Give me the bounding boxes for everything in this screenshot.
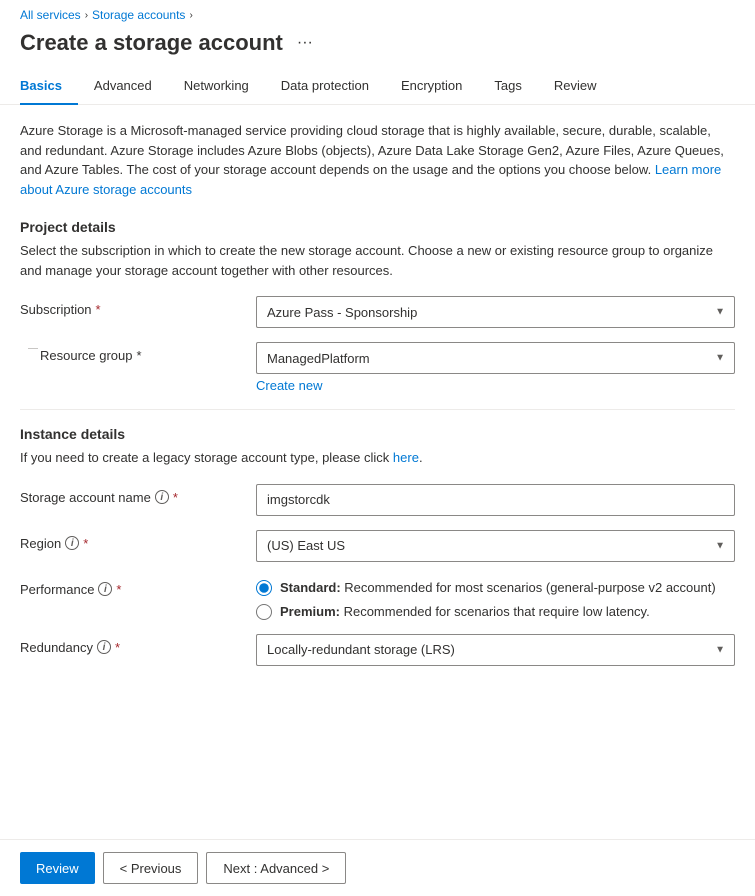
storage-account-name-row: Storage account name i * [20, 484, 735, 516]
performance-row: Performance i * Standard: Recommended fo… [20, 576, 735, 620]
subscription-select-wrapper: Azure Pass - Sponsorship ▼ [256, 296, 735, 328]
review-button[interactable]: Review [20, 852, 95, 884]
footer: Review < Previous Next : Advanced > [0, 839, 755, 896]
page-header: Create a storage account ··· [0, 26, 755, 68]
performance-control: Standard: Recommended for most scenarios… [256, 576, 735, 620]
storage-account-name-required: * [173, 490, 178, 505]
region-info-icon[interactable]: i [65, 536, 79, 550]
performance-required: * [116, 582, 121, 597]
subscription-control: Azure Pass - Sponsorship ▼ [256, 296, 735, 328]
performance-standard-option[interactable]: Standard: Recommended for most scenarios… [256, 580, 735, 596]
tab-data-protection[interactable]: Data protection [265, 68, 385, 105]
breadcrumb-all-services[interactable]: All services [20, 8, 81, 22]
previous-button[interactable]: < Previous [103, 852, 199, 884]
resource-group-select-wrapper: ManagedPlatform ▼ [256, 342, 735, 374]
performance-info-icon[interactable]: i [98, 582, 112, 596]
tab-basics[interactable]: Basics [20, 68, 78, 105]
region-select-wrapper: (US) East US ▼ [256, 530, 735, 562]
region-label: Region i * [20, 530, 240, 551]
region-row: Region i * (US) East US ▼ [20, 530, 735, 562]
tab-bar: Basics Advanced Networking Data protecti… [0, 68, 755, 105]
create-new-link[interactable]: Create new [256, 378, 735, 393]
resource-group-select[interactable]: ManagedPlatform [256, 342, 735, 374]
resource-group-label-wrapper: Resource group * [20, 342, 240, 363]
redundancy-label: Redundancy i * [20, 634, 240, 655]
storage-account-name-input[interactable] [256, 484, 735, 516]
storage-account-name-info-icon[interactable]: i [155, 490, 169, 504]
tab-encryption[interactable]: Encryption [385, 68, 478, 105]
tab-advanced[interactable]: Advanced [78, 68, 168, 105]
redundancy-select[interactable]: Locally-redundant storage (LRS) Zone-red… [256, 634, 735, 666]
storage-account-name-control [256, 484, 735, 516]
redundancy-required: * [115, 640, 120, 655]
subscription-required: * [96, 302, 101, 317]
breadcrumb-chevron-1: › [85, 10, 88, 21]
subscription-select[interactable]: Azure Pass - Sponsorship [256, 296, 735, 328]
performance-premium-option[interactable]: Premium: Recommended for scenarios that … [256, 604, 735, 620]
instance-details-desc: If you need to create a legacy storage a… [20, 448, 735, 468]
legacy-here-link[interactable]: here [393, 450, 419, 465]
region-select[interactable]: (US) East US [256, 530, 735, 562]
page-title: Create a storage account [20, 30, 283, 56]
project-details-desc: Select the subscription in which to crea… [20, 241, 735, 280]
section-divider [20, 409, 735, 410]
performance-standard-label: Standard: Recommended for most scenarios… [280, 580, 716, 595]
performance-label: Performance i * [20, 576, 240, 597]
subscription-label: Subscription * [20, 296, 240, 317]
tab-review[interactable]: Review [538, 68, 613, 105]
project-details-title: Project details [20, 219, 735, 235]
redundancy-control: Locally-redundant storage (LRS) Zone-red… [256, 634, 735, 666]
redundancy-row: Redundancy i * Locally-redundant storage… [20, 634, 735, 666]
redundancy-select-wrapper: Locally-redundant storage (LRS) Zone-red… [256, 634, 735, 666]
breadcrumb-chevron-2: › [189, 10, 192, 21]
instance-details-section: Instance details If you need to create a… [20, 426, 735, 666]
resource-group-row: Resource group * ManagedPlatform ▼ Creat… [20, 342, 735, 393]
performance-radio-group: Standard: Recommended for most scenarios… [256, 576, 735, 620]
tab-networking[interactable]: Networking [168, 68, 265, 105]
resource-group-required: * [137, 348, 142, 363]
instance-details-title: Instance details [20, 426, 735, 442]
breadcrumb: All services › Storage accounts › [0, 0, 755, 26]
performance-premium-radio[interactable] [256, 604, 272, 620]
performance-premium-label: Premium: Recommended for scenarios that … [280, 604, 650, 619]
storage-account-name-label: Storage account name i * [20, 484, 240, 505]
region-control: (US) East US ▼ [256, 530, 735, 562]
resource-group-label: Resource group * [40, 348, 142, 363]
performance-standard-radio[interactable] [256, 580, 272, 596]
breadcrumb-storage-accounts[interactable]: Storage accounts [92, 8, 185, 22]
next-button[interactable]: Next : Advanced > [206, 852, 346, 884]
redundancy-info-icon[interactable]: i [97, 640, 111, 654]
page-description: Azure Storage is a Microsoft-managed ser… [20, 121, 735, 199]
ellipsis-button[interactable]: ··· [291, 32, 319, 54]
region-required: * [83, 536, 88, 551]
subscription-row: Subscription * Azure Pass - Sponsorship … [20, 296, 735, 328]
tab-tags[interactable]: Tags [478, 68, 537, 105]
resource-group-control: ManagedPlatform ▼ Create new [256, 342, 735, 393]
